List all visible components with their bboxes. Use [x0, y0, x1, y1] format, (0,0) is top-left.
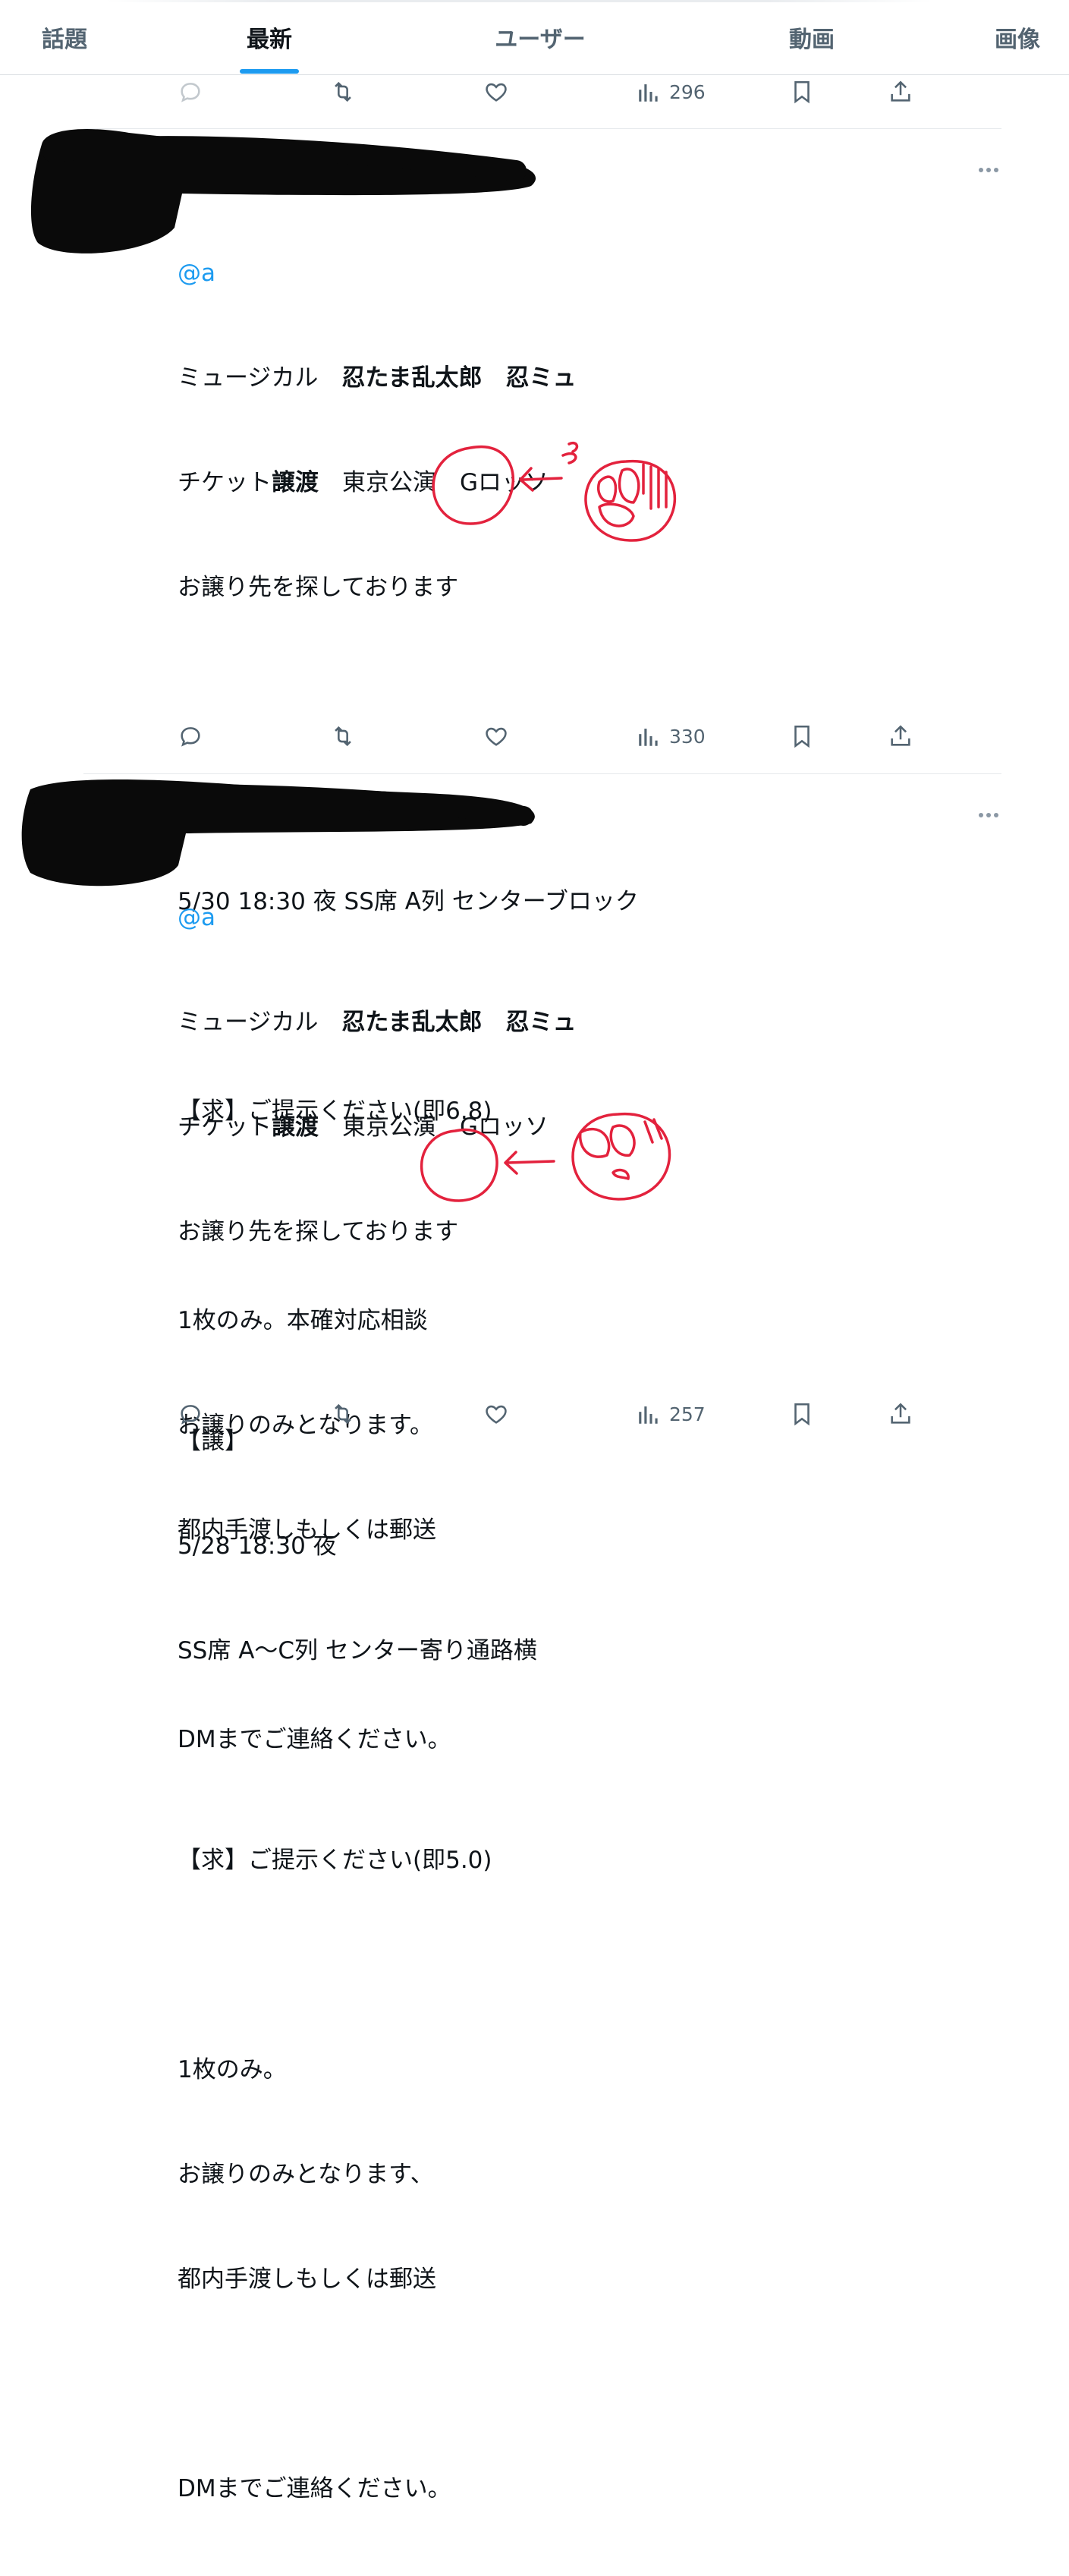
- tweet-line: 5/28 18:30 夜: [178, 1532, 337, 1560]
- tweet-line: 1枚のみ。: [178, 2056, 287, 2083]
- retweet-icon: [335, 1403, 351, 1425]
- tweet-actions: 257: [0, 1395, 1069, 1433]
- more-options-button[interactable]: [979, 806, 1001, 817]
- view-count: 257: [669, 1403, 706, 1425]
- like-button[interactable]: [483, 1395, 509, 1433]
- tweet-line: ミュージカル 忍たま乱太郎 忍ミュ: [178, 1009, 577, 1036]
- tweet-line: DMまでご連絡ください。: [178, 2475, 451, 2502]
- heart-icon: [486, 1405, 507, 1424]
- reply-icon: [181, 1405, 200, 1425]
- reply-button[interactable]: [178, 1395, 203, 1433]
- tweet-line: お譲りのみとなります、: [178, 2161, 434, 2188]
- bookmark-button[interactable]: [789, 1395, 815, 1433]
- tweet-line: SS席 A〜C列 センター寄り通路横: [178, 1637, 537, 1664]
- retweet-button[interactable]: [330, 1395, 356, 1433]
- tweet-text: @a ミュージカル 忍たま乱太郎 忍ミュ チケット譲渡 東京公演 Gロッソ お譲…: [178, 830, 860, 2576]
- bookmark-icon: [794, 1403, 810, 1426]
- share-button[interactable]: [888, 1395, 913, 1433]
- tweet-line: お譲り先を探しております: [178, 1218, 459, 1245]
- tweet-line: 都内手渡しもしくは郵送: [178, 2266, 436, 2293]
- share-icon: [891, 1403, 910, 1424]
- author-handle[interactable]: @a: [178, 900, 860, 935]
- more-icon: [979, 806, 1001, 820]
- views-button[interactable]: 257: [636, 1395, 706, 1433]
- views-icon: [639, 1406, 658, 1424]
- tweet-line-price: 【求】ご提示ください(即5.0): [178, 1847, 492, 1874]
- tweet-line: チケット譲渡 東京公演 Gロッソ: [178, 1113, 549, 1141]
